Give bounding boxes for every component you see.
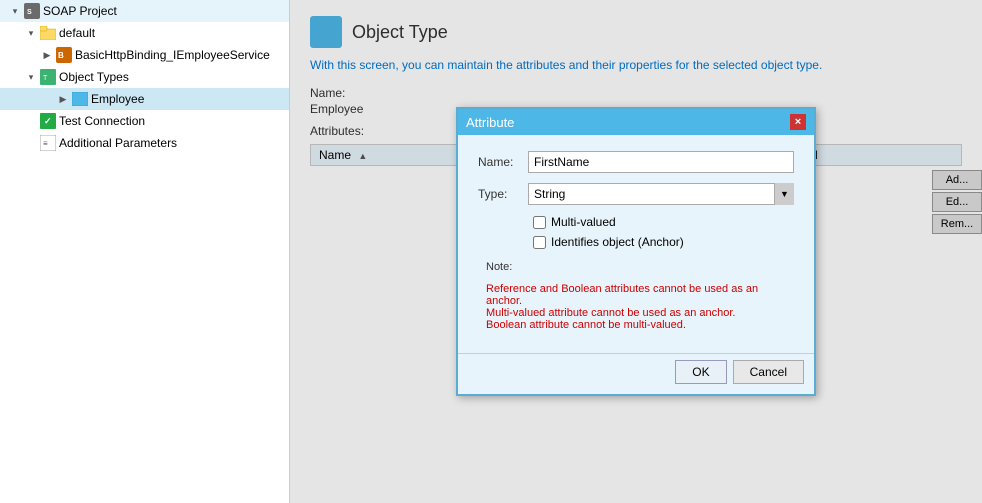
sidebar-item-label: Object Types	[59, 70, 129, 84]
modal-name-field: Name:	[478, 151, 794, 173]
anchor-row: Identifies object (Anchor)	[478, 235, 794, 249]
params-icon: ≡	[40, 135, 56, 151]
note-label: Note:	[478, 261, 794, 273]
modal-type-select[interactable]: String Integer Boolean Reference Binary	[528, 183, 794, 205]
expand-arrow: ▶	[56, 92, 70, 106]
sidebar-item-object-types[interactable]: ▾ T Object Types	[0, 66, 289, 88]
sidebar-item-additional-params[interactable]: ≡ Additional Parameters	[0, 132, 289, 154]
multivalued-row: Multi-valued	[478, 215, 794, 229]
ok-button[interactable]: OK	[675, 360, 726, 384]
multivalued-label[interactable]: Multi-valued	[551, 215, 616, 229]
main-content: Object Type With this screen, you can ma…	[290, 0, 982, 503]
note-content: Reference and Boolean attributes cannot …	[478, 283, 794, 331]
sidebar-item-soap-project[interactable]: ▾ S SOAP Project	[0, 0, 289, 22]
note-section: Note: Reference and Boolean attributes c…	[478, 261, 794, 331]
soap-icon: S	[24, 3, 40, 19]
sidebar-item-test-connection[interactable]: ✓ Test Connection	[0, 110, 289, 132]
modal-name-label: Name:	[478, 155, 528, 169]
sidebar-item-label: SOAP Project	[43, 4, 117, 18]
sidebar-item-default[interactable]: ▾ default	[0, 22, 289, 44]
expand-arrow: ▶	[40, 48, 54, 62]
svg-text:≡: ≡	[43, 139, 48, 148]
modal-name-input[interactable]	[528, 151, 794, 173]
note-line-1: Reference and Boolean attributes cannot …	[486, 283, 794, 307]
expand-arrow: ▾	[24, 26, 38, 40]
sidebar-item-label: Additional Parameters	[59, 136, 177, 150]
sidebar-item-label: Test Connection	[59, 114, 145, 128]
modal-close-button[interactable]: ×	[790, 114, 806, 130]
sidebar-item-employee[interactable]: ▶ Employee	[0, 88, 289, 110]
expand-arrow-placeholder	[24, 114, 38, 128]
modal-title: Attribute	[466, 115, 514, 130]
expand-arrow-placeholder	[24, 136, 38, 150]
sidebar-item-label: BasicHttpBinding_IEmployeeService	[75, 48, 270, 62]
cancel-button[interactable]: Cancel	[733, 360, 804, 384]
multivalued-checkbox[interactable]	[533, 216, 546, 229]
test-icon: ✓	[40, 113, 56, 129]
expand-arrow: ▾	[24, 70, 38, 84]
sidebar-item-label: default	[59, 26, 95, 40]
anchor-label[interactable]: Identifies object (Anchor)	[551, 235, 684, 249]
modal-type-select-wrapper: String Integer Boolean Reference Binary …	[528, 183, 794, 205]
note-line-2: Multi-valued attribute cannot be used as…	[486, 307, 794, 319]
attribute-modal: Attribute × Name: Type: String Integer	[456, 107, 816, 396]
modal-footer: OK Cancel	[458, 353, 814, 394]
sidebar-item-label: Employee	[91, 92, 144, 106]
svg-text:B: B	[58, 51, 64, 60]
modal-overlay: Attribute × Name: Type: String Integer	[290, 0, 982, 503]
svg-text:✓: ✓	[44, 116, 52, 126]
folder-icon	[40, 25, 56, 41]
note-line-3: Boolean attribute cannot be multi-valued…	[486, 319, 794, 331]
modal-title-bar: Attribute ×	[458, 109, 814, 135]
types-icon: T	[40, 69, 56, 85]
modal-type-field: Type: String Integer Boolean Reference B…	[478, 183, 794, 205]
svg-text:T: T	[43, 75, 48, 82]
sidebar: ▾ S SOAP Project ▾ default ▶ B BasicHttp…	[0, 0, 290, 503]
sidebar-item-binding[interactable]: ▶ B BasicHttpBinding_IEmployeeService	[0, 44, 289, 66]
binding-icon: B	[56, 47, 72, 63]
svg-text:S: S	[27, 9, 32, 16]
modal-body: Name: Type: String Integer Boolean Refer…	[458, 135, 814, 353]
employee-icon	[72, 91, 88, 107]
expand-arrow: ▾	[8, 4, 22, 18]
anchor-checkbox[interactable]	[533, 236, 546, 249]
modal-type-label: Type:	[478, 187, 528, 201]
